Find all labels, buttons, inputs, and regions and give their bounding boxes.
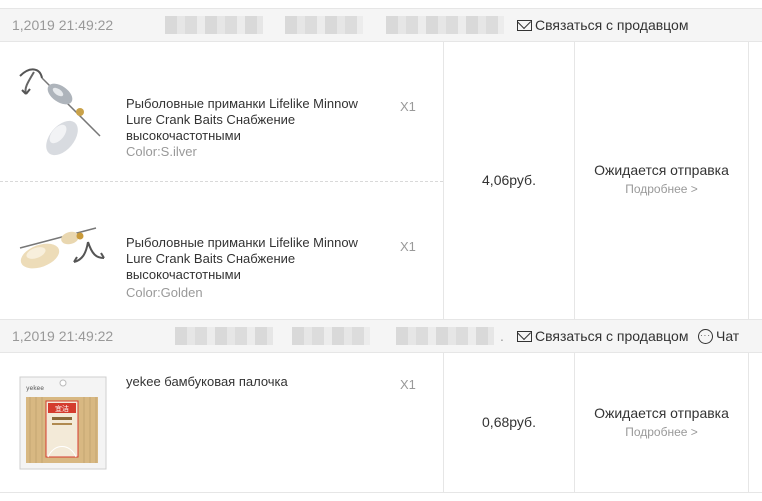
item-quantity: X1 bbox=[400, 99, 416, 114]
item-color: Color:S.ilver bbox=[126, 144, 197, 159]
status-text: Ожидается отправка bbox=[594, 405, 729, 421]
redacted-order-number bbox=[165, 16, 263, 34]
chat-label: Чат bbox=[716, 328, 740, 344]
details-link[interactable]: Подробнее > bbox=[575, 182, 748, 196]
order-body: yekee 宜洁 yekee бамбуковая палочка X1 0,6… bbox=[0, 353, 762, 493]
svg-text:宜洁: 宜洁 bbox=[55, 404, 69, 413]
column-divider bbox=[748, 42, 749, 319]
redacted-order-number bbox=[175, 327, 273, 345]
separator-dot: . bbox=[500, 328, 504, 344]
mail-icon bbox=[517, 330, 532, 342]
item-quantity: X1 bbox=[400, 377, 416, 392]
contact-seller-link[interactable]: Связаться с продавцом bbox=[517, 17, 688, 33]
product-title[interactable]: Рыболовные приманки Lifelike Minnow Lure… bbox=[126, 96, 376, 144]
status-text: Ожидается отправка bbox=[594, 162, 729, 178]
product-title[interactable]: yekee бамбуковая палочка bbox=[126, 374, 376, 390]
order-date: 1,2019 21:49:22 bbox=[12, 328, 114, 344]
order-price: 4,06руб. bbox=[482, 172, 536, 188]
order-header: 1,2019 21:49:22 . Связаться с продавцом … bbox=[0, 319, 762, 353]
product-image-silver-spinner[interactable] bbox=[12, 62, 112, 162]
item-quantity: X1 bbox=[400, 239, 416, 254]
redacted-order-number bbox=[285, 16, 363, 34]
order-body: Рыболовные приманки Lifelike Minnow Lure… bbox=[0, 42, 762, 320]
order-price: 0,68руб. bbox=[482, 414, 536, 430]
list-item: Рыболовные приманки Lifelike Minnow Lure… bbox=[0, 182, 443, 320]
contact-seller-label: Связаться с продавцом bbox=[535, 17, 689, 33]
contact-seller-label: Связаться с продавцом bbox=[535, 328, 689, 344]
list-item: yekee 宜洁 yekee бамбуковая палочка X1 bbox=[0, 353, 443, 493]
svg-text:yekee: yekee bbox=[26, 385, 44, 392]
redacted-store-name bbox=[386, 16, 504, 34]
redacted-store-name bbox=[396, 327, 494, 345]
product-title[interactable]: Рыболовные приманки Lifelike Minnow Lure… bbox=[126, 235, 376, 283]
product-image-golden-spinner[interactable] bbox=[12, 198, 112, 298]
order-status: Ожидается отправка Подробнее > bbox=[575, 162, 748, 196]
list-item: Рыболовные приманки Lifelike Minnow Lure… bbox=[0, 42, 443, 181]
product-image-bamboo-sticks[interactable]: yekee 宜洁 bbox=[12, 373, 112, 473]
chat-bubble-icon: ··· bbox=[698, 328, 713, 344]
contact-seller-link[interactable]: Связаться с продавцом bbox=[517, 328, 688, 344]
order-status: Ожидается отправка Подробнее > bbox=[575, 405, 748, 439]
item-color: Color:Golden bbox=[126, 285, 203, 300]
column-divider bbox=[748, 353, 749, 492]
redacted-order-number bbox=[292, 327, 370, 345]
details-link[interactable]: Подробнее > bbox=[575, 425, 748, 439]
chat-link[interactable]: ··· Чат bbox=[698, 328, 739, 344]
order-date: 1,2019 21:49:22 bbox=[12, 17, 114, 33]
mail-icon bbox=[517, 19, 532, 31]
order-header: 1,2019 21:49:22 Связаться с продавцом bbox=[0, 8, 762, 42]
